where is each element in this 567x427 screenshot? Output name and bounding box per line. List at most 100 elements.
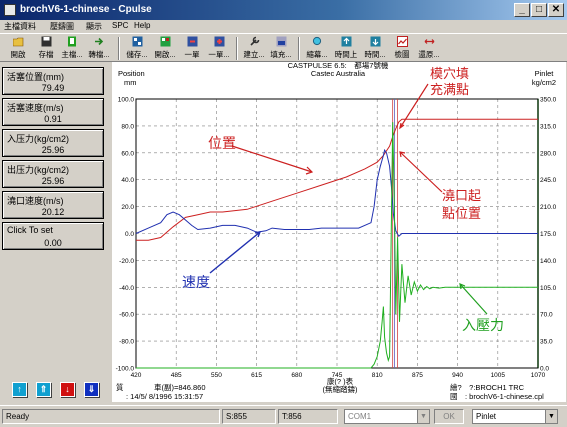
position-arrow: [231, 145, 314, 175]
x-tick-label: 875: [412, 372, 423, 379]
x-tick-label: 680: [291, 372, 302, 379]
left-axis-label: Position: [118, 69, 145, 78]
velocity-annotation: 速度: [182, 274, 210, 290]
x-tick-label: 485: [171, 372, 182, 379]
readout-panel: 活塞位置(mm) 79.49 活塞速度(m/s) 0.91 入压力(kg/cm2) 2…: [0, 64, 109, 402]
grid-save-icon: [132, 36, 142, 47]
folder-icon: [12, 37, 23, 47]
menu-master-data[interactable]: 主檔資料: [4, 21, 36, 32]
minimize-button[interactable]: _: [514, 3, 530, 17]
chevron-down-icon: ▼: [417, 410, 429, 423]
menu-diecast-chart[interactable]: 壓鑄圖: [50, 21, 74, 32]
master-button[interactable]: 主檔...: [60, 36, 84, 61]
inlet-pressure-box[interactable]: 入压力(kg/cm2) 25.96: [2, 129, 104, 157]
x-tick-label: 615: [251, 372, 262, 379]
pressure-arrow: [459, 283, 488, 315]
app-icon: [4, 4, 16, 16]
time-up-icon: [341, 36, 351, 47]
page-up-button[interactable]: ⇑: [36, 382, 51, 397]
x-tick-label: 940: [452, 372, 463, 379]
gate-velocity-box[interactable]: 澆口速度(m/s) 20.12: [2, 191, 104, 219]
magnifier-icon: [312, 36, 321, 46]
status-t: T:856: [278, 409, 338, 424]
right-axis-unit: kg/cm2: [532, 78, 556, 87]
open2-button[interactable]: 開啟...: [152, 36, 178, 61]
x-tick-label: 420: [131, 372, 142, 379]
pressure-chart[interactable]: 100.0 80.0 60.0 40.0 20.0 0.0 -20.0 -40.0 -60.0 -…: [112, 60, 566, 402]
left-tick-label: 0.0: [125, 231, 134, 238]
step-icon: [187, 36, 197, 47]
menu-view[interactable]: 顯示: [86, 21, 102, 32]
page-down-button[interactable]: ⇓: [84, 382, 99, 397]
chart-icon: [396, 36, 408, 47]
footer-right-2: 國 : brochV6-1-chinese.cpl: [450, 392, 544, 401]
transfer-icon: [94, 37, 103, 46]
x-tick-label: 810: [372, 372, 383, 379]
position-annotation: 位置: [208, 135, 236, 151]
right-tick-label: 175.0: [540, 231, 557, 238]
fill-icon: [276, 36, 286, 47]
fill-point-arrow: [399, 83, 429, 130]
build-button[interactable]: 建立...: [242, 36, 266, 61]
time-button[interactable]: 時間...: [362, 36, 388, 61]
left-tick-label: 60.0: [121, 150, 134, 157]
toolbar: 開啟 存檔 主檔... 轉檔... 儲存... 開啟... 一單 一單... 建…: [0, 33, 567, 62]
store-button[interactable]: 儲存...: [124, 36, 150, 61]
left-tick-label: 20.0: [121, 204, 134, 211]
toolbar-separator: [236, 37, 238, 60]
outlet-pressure-box[interactable]: 出压力(kg/cm2) 25.96: [2, 160, 104, 188]
chevron-down-icon: ▼: [545, 410, 557, 423]
x-tick-label: 1005: [491, 372, 506, 379]
grid-open-icon: [160, 36, 170, 47]
fill-point-annotation-2: 充满點: [430, 82, 469, 97]
single-button[interactable]: 一單: [180, 36, 204, 61]
scroll-down-button[interactable]: ↓: [60, 382, 75, 397]
toolbar-separator: [298, 37, 300, 60]
piston-position-box[interactable]: 活塞位置(mm) 79.49: [2, 67, 104, 95]
x-tick-label: 1070: [531, 372, 546, 379]
single2-button[interactable]: 一單...: [206, 36, 232, 61]
chart-area[interactable]: 100.0 80.0 60.0 40.0 20.0 0.0 -20.0 -40.0 -60.0 -…: [112, 60, 566, 402]
click-to-set-box[interactable]: Click To set 0.00: [2, 222, 104, 250]
step-more-icon: [214, 36, 224, 47]
convert-button[interactable]: 轉檔...: [86, 36, 112, 61]
fill-button[interactable]: 填充...: [268, 36, 294, 61]
scroll-up-button[interactable]: ↑: [12, 382, 27, 397]
view-chart-button[interactable]: 檢圖: [390, 36, 414, 61]
gate-start-annotation-1: 澆口起: [442, 188, 481, 203]
menu-bar: 主檔資料 壓鑄圖 顯示 SPC Help: [0, 20, 567, 32]
channel-select[interactable]: Pinlet ▼: [472, 409, 558, 424]
time-up-button[interactable]: 時間上: [332, 36, 360, 61]
window-title: brochV6-1-chinese - Cpulse: [20, 4, 152, 15]
gate-start-arrow: [399, 151, 443, 193]
footer-left-2: 車(副)=846.860: [154, 382, 206, 392]
status-bar: Ready S:855 T:856 COM1 ▼ OK Pinlet ▼: [0, 405, 567, 427]
time-icon: [370, 36, 380, 47]
title-bar: brochV6-1-chinese - Cpulse _ □ ✕: [0, 0, 567, 20]
zoom-button[interactable]: 縮幕...: [304, 36, 330, 61]
left-tick-label: 100.0: [118, 97, 135, 104]
wrench-icon: [249, 36, 259, 46]
right-tick-label: 210.0: [540, 204, 557, 211]
gate-start-annotation-2: 點位置: [442, 206, 481, 221]
restore-icon: [424, 39, 434, 44]
ok-button[interactable]: OK: [434, 409, 464, 424]
right-tick-label: 105.0: [540, 285, 557, 292]
menu-help[interactable]: Help: [134, 21, 150, 30]
right-tick-label: 280.0: [540, 150, 557, 157]
piston-velocity-box[interactable]: 活塞速度(m/s) 0.91: [2, 98, 104, 126]
close-button[interactable]: ✕: [548, 3, 564, 17]
velocity-arrow: [209, 231, 262, 274]
status-ready: Ready: [2, 409, 220, 424]
left-tick-label: -60.0: [119, 312, 134, 319]
maximize-button[interactable]: □: [531, 3, 547, 17]
restore-button[interactable]: 還原...: [416, 36, 442, 61]
document-icon: [67, 36, 76, 47]
menu-spc[interactable]: SPC: [112, 21, 128, 30]
pressure-annotation: 入壓力: [462, 317, 504, 333]
com-port-select[interactable]: COM1 ▼: [344, 409, 430, 424]
save-button[interactable]: 存檔: [34, 36, 58, 61]
open-button[interactable]: 開啟: [6, 36, 30, 61]
x-tick-label: 550: [211, 372, 222, 379]
right-tick-label: 350.0: [540, 97, 557, 104]
